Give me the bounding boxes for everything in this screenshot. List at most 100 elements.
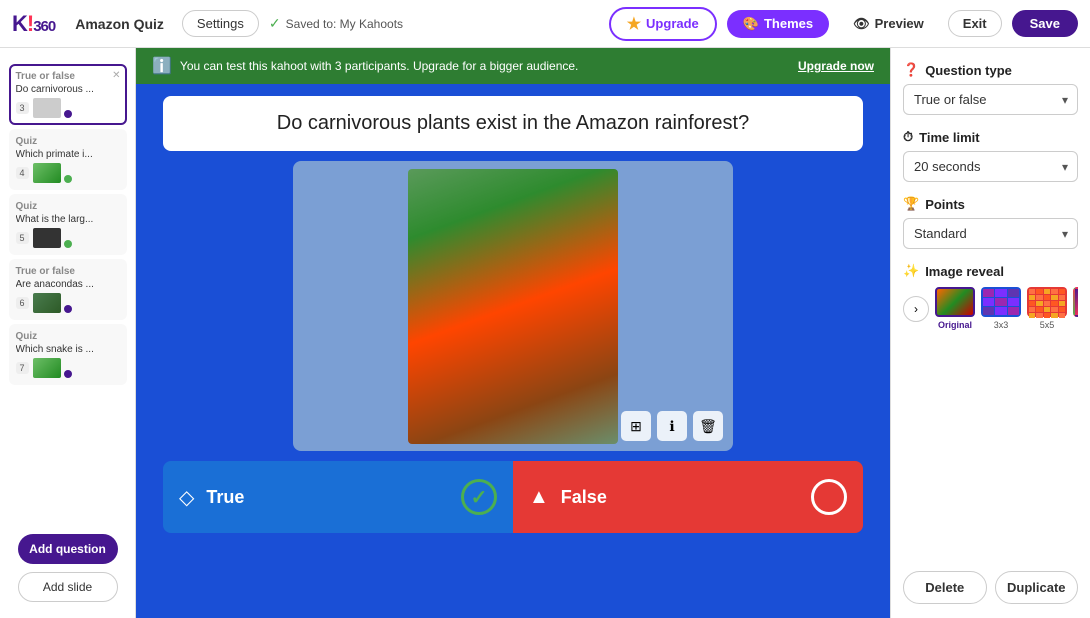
answer-false-text: False [561, 487, 799, 508]
grid5-label: 5x5 [1040, 320, 1055, 330]
reveal-option-original[interactable]: Original [935, 287, 975, 330]
upgrade-button[interactable]: ★ Upgrade [609, 7, 717, 41]
reveal-scroll-left[interactable]: › [903, 296, 929, 322]
image-info-button[interactable]: ℹ [657, 411, 687, 441]
question-type-select[interactable]: True or false Quiz Puzzle [903, 84, 1078, 115]
add-slide-button[interactable]: Add slide [18, 572, 118, 602]
incorrect-check [811, 479, 847, 515]
topnav: K!360 Amazon Quiz Settings ✓ Saved to: M… [0, 0, 1090, 48]
reveal-option-8x8[interactable]: 8x8 [1073, 287, 1078, 330]
preview-button[interactable]: 👁 Preview [839, 10, 938, 38]
sidebar: True or false Do carnivorous ... 3 ✕ Qui… [0, 48, 136, 618]
question-type-title: ❓ Question type [903, 62, 1078, 78]
sidebar-scroll: True or false Do carnivorous ... 3 ✕ Qui… [9, 56, 127, 514]
panel-bottom: Delete Duplicate [903, 571, 1078, 604]
active-dot [64, 110, 72, 118]
item-type-label: Quiz [16, 136, 120, 147]
banner-text: You can test this kahoot with 3 particip… [180, 59, 578, 73]
time-limit-label: Time limit [919, 130, 979, 145]
item-text: What is the larg... [16, 214, 120, 225]
item-thumb [33, 228, 61, 248]
points-icon: 🏆 [903, 196, 919, 212]
item-text: Which primate i... [16, 149, 120, 160]
banner-left: ℹ️ You can test this kahoot with 3 parti… [152, 56, 578, 76]
grid8-thumb [1073, 287, 1078, 317]
trash-icon: 🗑 [699, 418, 717, 435]
replace-image-button[interactable]: ⊞ [621, 411, 651, 441]
points-label: Points [925, 197, 965, 212]
item-type-label: True or false [16, 266, 120, 277]
image-reveal-section: ✨ Image reveal › Original 3x3 [903, 263, 1078, 330]
question-text: Do carnivorous plants exist in the Amazo… [277, 112, 749, 134]
item-dot [64, 305, 72, 313]
grid5-thumb [1027, 287, 1067, 317]
sidebar-item[interactable]: Quiz Which snake is ... 7 [9, 324, 127, 385]
item-thumb [33, 163, 61, 183]
time-limit-section: ⏱ Time limit 5 seconds 10 seconds 20 sec… [903, 129, 1078, 182]
themes-button[interactable]: 🎨 Themes [727, 10, 829, 38]
upgrade-banner: ℹ️ You can test this kahoot with 3 parti… [136, 48, 890, 84]
item-text: Are anacondas ... [16, 279, 120, 290]
delete-item-icon[interactable]: ✕ [112, 70, 120, 81]
logo-k: K [12, 11, 27, 36]
original-thumb [935, 287, 975, 317]
item-text: Do carnivorous ... [16, 84, 120, 95]
question-type-select-wrapper: True or false Quiz Puzzle [903, 84, 1078, 115]
sidebar-item[interactable]: True or false Are anacondas ... 6 [9, 259, 127, 320]
item-dot [64, 175, 72, 183]
sidebar-item[interactable]: Quiz What is the larg... 5 [9, 194, 127, 255]
item-text: Which snake is ... [16, 344, 120, 355]
delete-button[interactable]: Delete [903, 571, 987, 604]
sidebar-item[interactable]: Quiz Which primate i... 4 [9, 129, 127, 190]
answer-false[interactable]: ▲ False [513, 461, 863, 533]
save-button[interactable]: Save [1012, 10, 1078, 37]
duplicate-button[interactable]: Duplicate [995, 571, 1079, 604]
sidebar-item[interactable]: True or false Do carnivorous ... 3 ✕ [9, 64, 127, 125]
points-title: 🏆 Points [903, 196, 1078, 212]
add-question-button[interactable]: Add question [18, 534, 118, 564]
grid3-thumb [981, 287, 1021, 317]
right-panel: ❓ Question type True or false Quiz Puzzl… [890, 48, 1090, 618]
delete-image-button[interactable]: 🗑 [693, 411, 723, 441]
time-limit-select[interactable]: 5 seconds 10 seconds 20 seconds 30 secon… [903, 151, 1078, 182]
logo-360: 360 [33, 18, 55, 35]
question-type-section: ❓ Question type True or false Quiz Puzzl… [903, 62, 1078, 115]
image-reveal-label: Image reveal [925, 264, 1004, 279]
question-type-label: Question type [925, 63, 1012, 78]
item-dot [64, 240, 72, 248]
settings-button[interactable]: Settings [182, 10, 259, 37]
reveal-option-3x3[interactable]: 3x3 [981, 287, 1021, 330]
answer-true[interactable]: ◇ True ✓ [163, 461, 513, 533]
question-type-icon: ❓ [903, 62, 919, 78]
item-num: 4 [16, 167, 29, 179]
reveal-icon: ✨ [903, 263, 919, 279]
upgrade-label: Upgrade [646, 16, 699, 31]
star-icon: ★ [627, 14, 641, 34]
item-thumb [33, 98, 61, 118]
main-layout: True or false Do carnivorous ... 3 ✕ Qui… [0, 48, 1090, 618]
points-select[interactable]: No points Standard Double points [903, 218, 1078, 249]
banner-upgrade-link[interactable]: Upgrade now [798, 59, 874, 73]
item-thumb [33, 293, 61, 313]
answer-true-text: True [206, 487, 449, 508]
themes-icon: 🎨 [743, 16, 759, 32]
themes-label: Themes [764, 16, 813, 31]
main-content: ℹ️ You can test this kahoot with 3 parti… [136, 48, 890, 618]
item-thumb [33, 358, 61, 378]
banner-info-icon: ℹ️ [152, 56, 172, 76]
triangle-icon: ▲ [529, 486, 549, 509]
reveal-option-5x5[interactable]: 5x5 [1027, 287, 1067, 330]
answers-row: ◇ True ✓ ▲ False [163, 461, 863, 533]
item-type-label: Quiz [16, 201, 120, 212]
question-image [408, 169, 618, 444]
exit-button[interactable]: Exit [948, 10, 1002, 37]
eye-icon: 👁 [853, 16, 870, 32]
question-box: Do carnivorous plants exist in the Amazo… [163, 96, 863, 151]
image-controls: ⊞ ℹ 🗑 [621, 411, 723, 441]
item-type-label: True or false [16, 71, 120, 82]
original-label: Original [938, 320, 972, 330]
time-limit-title: ⏱ Time limit [903, 129, 1078, 145]
image-reveal-title: ✨ Image reveal [903, 263, 1078, 279]
item-dot [64, 370, 72, 378]
saved-text: Saved to: My Kahoots [286, 17, 403, 31]
